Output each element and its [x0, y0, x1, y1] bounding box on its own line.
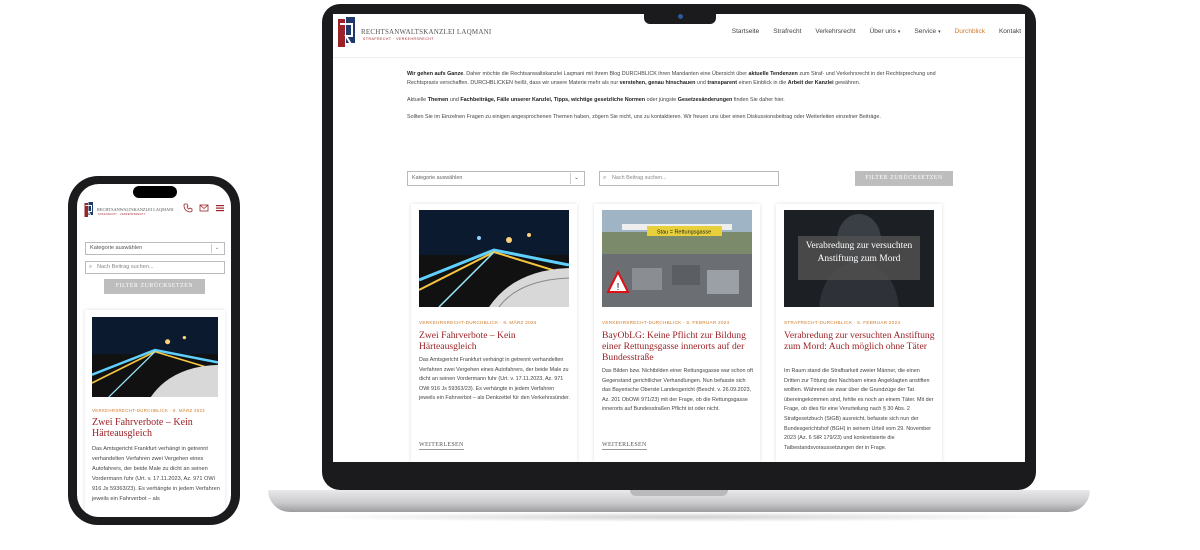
intro-bold: verstehen, genau hinschauen	[619, 80, 696, 86]
sign-text: Stau = Rettungsgasse	[657, 230, 711, 236]
intro-paragraph-3: Sollten Sie im Einzelnen Fragen zu einig…	[407, 114, 881, 120]
nav-item-label: Über uns	[869, 28, 896, 35]
laptop-notch	[644, 10, 716, 24]
intro-paragraph-1: Wir gehen aufs Ganze. Daher möchte die R…	[407, 70, 955, 88]
intro-bold: Wir gehen aufs Ganze	[407, 71, 464, 77]
intro-bold: aktuelle Tendenzen	[748, 71, 798, 77]
post-card[interactable]: Stau = Rettungsgasse ! VERKEHRSRECHT-DUR…	[594, 204, 760, 462]
main-nav: Startseite Strafrecht Verkehrsrecht Über…	[718, 28, 1021, 35]
nav-item-startseite[interactable]: Startseite	[732, 28, 759, 35]
phone-screen: RECHTSANWALTSKANZLEI LAQMANI STRAFRECHT …	[77, 184, 231, 517]
intro-text-run: Aktuelle	[407, 97, 428, 103]
post-title[interactable]: Zwei Fahrverbote – Kein Härteausgleich	[419, 330, 571, 352]
intro-bold: Arbeit der Kanzlei	[787, 80, 834, 86]
reset-filter-button[interactable]: FILTER ZURÜCKSETZEN	[855, 171, 953, 186]
brand-name: RECHTSANWALTSKANZLEI LAQMANI	[97, 207, 174, 212]
search-placeholder: Nach Beitrag suchen...	[612, 175, 667, 181]
nav-item-service[interactable]: Service ▾	[914, 28, 940, 35]
intro-text-run: gewähren.	[833, 80, 861, 86]
logo-mark-icon	[84, 202, 93, 217]
category-select-value: Kategorie auswählen	[90, 245, 143, 251]
intro-bold: transparent	[707, 80, 738, 86]
intro-bold: Fachbeiträge, Fälle unserer Kanzlei, Tip…	[460, 97, 646, 103]
svg-text:!: !	[617, 282, 620, 293]
intro-bold: Gesetzesänderungen	[677, 97, 733, 103]
search-icon: ⌕	[89, 264, 93, 270]
read-more-link[interactable]: WEITERLESEN	[419, 442, 464, 450]
post-excerpt: Im Raum stand die Strafbarkeit zweier Mä…	[784, 368, 934, 451]
nav-item-label: Service	[914, 28, 937, 35]
chevron-down-icon: ▾	[897, 29, 901, 35]
image-caption: Verabredung zur versuchten Anstiftung zu…	[798, 236, 920, 280]
nav-item-ueber-uns[interactable]: Über uns ▾	[870, 28, 901, 35]
post-excerpt: Das Amtsgericht Frankfurt verhängt in ge…	[419, 357, 571, 402]
read-more-link[interactable]: WEITERLESEN	[602, 442, 647, 450]
post-card[interactable]: VERKEHRSRECHT-DURCHBLICK · 8. MÄRZ 2024 …	[85, 310, 225, 517]
post-title[interactable]: Verabredung zur versuchten Anstiftung zu…	[784, 330, 936, 352]
post-meta: VERKEHRSRECHT-DURCHBLICK · 8. FEBRUAR 20…	[602, 320, 730, 325]
intro-paragraph-2: Aktuelle Themen und Fachbeiträge, Fälle …	[407, 96, 955, 105]
post-excerpt: Das Amtsgericht Frankfurt verhängt in ge…	[92, 446, 220, 502]
post-title[interactable]: Zwei Fahrverbote – Kein Härteausgleich	[92, 417, 220, 439]
category-select[interactable]: Kategorie auswählen ⌄	[85, 242, 225, 255]
intro-text-run: finden Sie daher hier.	[732, 97, 785, 103]
intro-text-run: einen Einblick in die	[737, 80, 788, 86]
post-image-hooded-figure: Verabredung zur versuchten Anstiftung zu…	[784, 210, 934, 307]
chevron-down-icon: ⌄	[570, 173, 582, 184]
dynamic-island	[133, 186, 177, 198]
post-card[interactable]: VERKEHRSRECHT-DURCHBLICK · 8. MÄRZ 2024 …	[411, 204, 577, 462]
logo-mark-icon	[338, 17, 355, 47]
nav-item-durchblick[interactable]: Durchblick	[955, 28, 985, 35]
intro-text-run: und	[448, 97, 461, 103]
brand-name: RECHTSANWALTSKANZLEI LAQMANI	[361, 28, 492, 36]
post-title[interactable]: BayObLG: Keine Pflicht zur Bildung einer…	[602, 330, 754, 363]
camera-icon	[678, 14, 683, 19]
chevron-down-icon: ⌄	[211, 244, 222, 253]
search-placeholder: Nach Beitrag suchen...	[97, 264, 154, 270]
laptop-screen: RECHTSANWALTSKANZLEI LAQMANI STRAFRECHT …	[333, 14, 1025, 462]
search-input[interactable]: ⌕ Nach Beitrag suchen...	[599, 171, 779, 186]
mobile-header-icons	[183, 203, 225, 213]
intro-text-run: oder jüngste	[645, 97, 678, 103]
phone-icon[interactable]	[183, 203, 193, 213]
post-meta: VERKEHRSRECHT-DURCHBLICK · 8. MÄRZ 2024	[92, 408, 205, 413]
brand-tagline: STRAFRECHT · VERKEHRSRECHT	[98, 213, 146, 216]
category-select[interactable]: Kategorie auswählen ⌄	[407, 171, 585, 186]
post-image-traffic-jam: Stau = Rettungsgasse !	[602, 210, 752, 307]
post-image-night-highway	[92, 317, 218, 397]
intro-text-run: und	[695, 80, 708, 86]
intro-bold: Themen	[427, 97, 449, 103]
nav-item-kontakt[interactable]: Kontakt	[999, 28, 1021, 35]
mail-icon[interactable]	[199, 203, 209, 213]
category-select-value: Kategorie auswählen	[412, 175, 463, 181]
brand-tagline: STRAFRECHT · VERKEHRSRECHT	[363, 37, 434, 41]
post-excerpt: Das Bilden bzw. Nichtbilden einer Rettun…	[602, 368, 754, 413]
post-meta: VERKEHRSRECHT-DURCHBLICK · 8. MÄRZ 2024	[419, 320, 537, 325]
intro-text: Wir gehen aufs Ganze. Daher möchte die R…	[407, 70, 955, 130]
intro-text-run: . Daher möchte die Rechtsanwaltskanzlei …	[463, 71, 749, 77]
chevron-down-icon: ▾	[938, 29, 941, 35]
post-image-night-highway	[419, 210, 569, 307]
laptop-base-notch	[630, 490, 728, 496]
search-icon: ⌕	[603, 175, 607, 181]
post-card[interactable]: Verabredung zur versuchten Anstiftung zu…	[776, 204, 942, 462]
nav-item-verkehrsrecht[interactable]: Verkehrsrecht	[815, 28, 855, 35]
post-meta: STRAFRECHT-DURCHBLICK · 5. FEBRUAR 2024	[784, 320, 901, 325]
search-input[interactable]: ⌕ Nach Beitrag suchen...	[85, 261, 225, 274]
nav-item-strafrecht[interactable]: Strafrecht	[773, 28, 801, 35]
reset-filter-button[interactable]: FILTER ZURÜCKSETZEN	[104, 279, 205, 294]
hamburger-menu-icon[interactable]	[215, 203, 225, 213]
laptop-shadow	[300, 512, 1060, 522]
